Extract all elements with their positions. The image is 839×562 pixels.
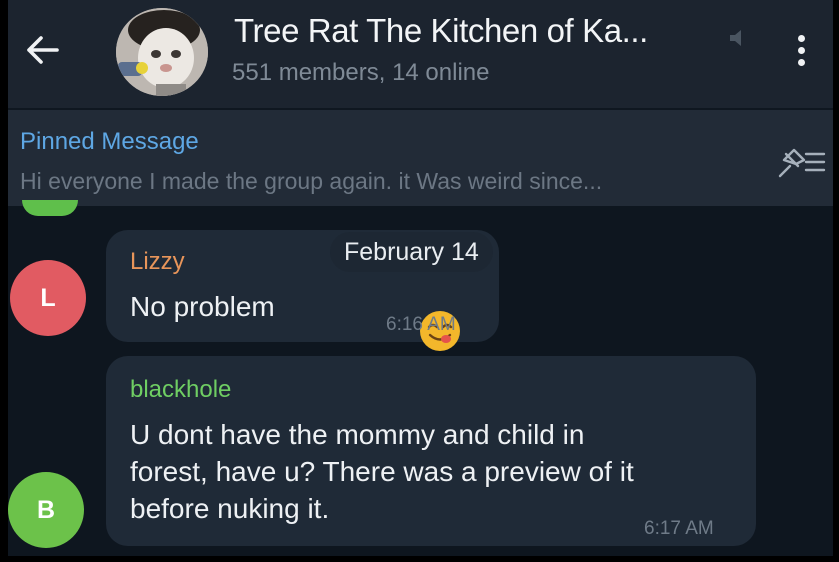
- message-time: 6:16 AM: [386, 314, 456, 335]
- pinned-message-title: Pinned Message: [20, 128, 199, 155]
- more-dot-icon: [797, 46, 805, 54]
- message-text-line: forest, have u? There was a preview of i…: [130, 456, 634, 487]
- message-sender[interactable]: Lizzy: [130, 248, 185, 276]
- message-bubble[interactable]: blackhole U dont have the mommy and chil…: [106, 356, 756, 546]
- previous-avatar-edge: [22, 200, 78, 216]
- more-dot-icon: [797, 34, 805, 42]
- pinned-message-preview: Hi everyone I made the group again. it W…: [20, 168, 603, 194]
- mute-icon: [730, 30, 741, 46]
- message-sender[interactable]: blackhole: [130, 376, 231, 404]
- pin-list-icon[interactable]: [776, 144, 826, 180]
- avatar-letter: B: [36, 495, 56, 524]
- chat-header: Tree Rat The Kitchen of Ka... 551 member…: [8, 0, 833, 108]
- message-time: 6:17 AM: [644, 518, 714, 539]
- telegram-chat-screen: Tree Rat The Kitchen of Ka... 551 member…: [8, 0, 833, 556]
- avatar[interactable]: L: [10, 260, 86, 336]
- message-text-line: U dont have the mommy and child in: [130, 419, 585, 450]
- pinned-message-bar[interactable]: Pinned Message Hi everyone I made the gr…: [8, 110, 833, 206]
- avatar-letter: L: [40, 283, 56, 312]
- group-avatar-image: [116, 8, 208, 96]
- avatar[interactable]: B: [8, 472, 84, 548]
- message-text-line: before nuking it.: [130, 493, 330, 524]
- date-separator: February 14: [330, 232, 493, 272]
- message-list[interactable]: L Lizzy No problem 6:16 AM February 14 B…: [8, 200, 833, 556]
- message-text: No problem: [130, 291, 275, 322]
- back-arrow-icon: [27, 36, 59, 64]
- more-dot-icon: [797, 58, 805, 66]
- back-button[interactable]: [22, 30, 62, 70]
- group-member-count: 551 members, 14 online: [232, 59, 490, 86]
- group-title[interactable]: Tree Rat The Kitchen of Ka...: [234, 12, 648, 50]
- group-avatar[interactable]: [116, 8, 208, 96]
- more-options-button[interactable]: [784, 28, 818, 72]
